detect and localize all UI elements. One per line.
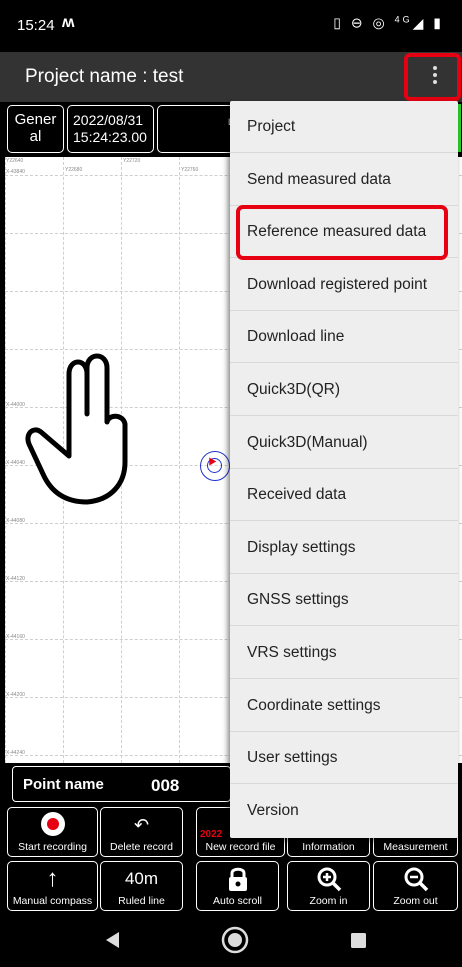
button-label: Auto scroll (212, 895, 263, 907)
button-label: Ruled line (118, 895, 165, 907)
menu-item-label: Quick3D(QR) (247, 381, 341, 398)
coord-label: X-44000 (6, 402, 25, 408)
button-label: Manual compass (12, 895, 93, 907)
zoom-in-button[interactable]: Zoom in (287, 861, 370, 911)
manual-compass-button[interactable]: ↑ Manual compass (7, 861, 98, 911)
zoom-out-icon (404, 867, 428, 892)
menu-item-quick3d-qr[interactable]: Quick3D(QR) (230, 364, 458, 416)
record-icon (40, 812, 65, 836)
coord-label: X-44240 (6, 750, 25, 756)
menu-item-quick3d-manual[interactable]: Quick3D(Manual) (230, 417, 458, 469)
coord-label: Y22760 (181, 167, 199, 173)
do-not-disturb-icon: ⊖ (350, 14, 366, 31)
menu-item-label: Display settings (247, 538, 356, 556)
menu-item-label: GNSS settings (247, 591, 349, 609)
lock-icon (228, 867, 247, 891)
menu-item-version[interactable]: Version (230, 785, 458, 837)
delete-record-button[interactable]: ↶ Delete record (100, 807, 183, 857)
vibrate-icon: ▯ (333, 14, 344, 31)
menu-item-label: VRS settings (247, 644, 337, 661)
position-label: L (158, 114, 233, 131)
system-nav-bar (0, 913, 462, 967)
hotspot-icon: ◎ (372, 14, 388, 31)
menu-item-label: Received data (247, 486, 347, 504)
coord-label: X-44040 (6, 460, 25, 466)
app-bar: Project name : test (0, 52, 462, 102)
coord-label: X-44080 (6, 518, 25, 524)
signal-4g-icon: 4G◢ (394, 14, 427, 31)
button-label: Start recording (18, 841, 87, 853)
coord-label: Y22640 (6, 158, 24, 164)
menu-item-received-data[interactable]: Received data (230, 469, 458, 522)
coord-label: Y22680 (65, 167, 83, 173)
datetime-box: 2022/08/31 15:24:23.00 (67, 105, 154, 153)
time-value: 15:24:23.00 (73, 129, 147, 145)
mode-label: Gener al (14, 111, 57, 145)
menu-item-label: Download line (247, 328, 345, 346)
status-time: 15:24 (17, 17, 55, 34)
zoom-out-button[interactable]: Zoom out (373, 861, 458, 911)
auto-scroll-button[interactable]: Auto scroll (196, 861, 279, 911)
back-icon[interactable] (106, 932, 120, 948)
recents-icon[interactable] (351, 933, 366, 948)
point-name-label: Point name (23, 776, 104, 793)
button-label: Information (302, 841, 355, 853)
page-title: Project name : test (25, 66, 184, 87)
home-icon[interactable] (221, 926, 249, 954)
position-box: L I (157, 105, 237, 153)
arrow-up-icon: ↑ (46, 865, 59, 892)
more-vert-icon (433, 66, 438, 87)
status-icons: ▯ ⊖ ◎ 4G◢ ▮ (333, 14, 444, 32)
zoom-in-icon (317, 867, 341, 892)
menu-item-label: Version (247, 801, 299, 819)
button-label: Delete record (109, 841, 174, 853)
status-bar: 15:24 ʍ ▯ ⊖ ◎ 4G◢ ▮ (0, 0, 462, 52)
current-position-marker (200, 451, 230, 481)
ruled-line-value: 40m (124, 869, 159, 888)
start-recording-button[interactable]: Start recording (7, 807, 98, 857)
menu-item-label: Project (247, 118, 296, 135)
menu-item-label: Send measured data (247, 170, 391, 188)
mode-box[interactable]: Gener al (7, 105, 64, 153)
menu-item-label: Download registered point (247, 275, 428, 293)
menu-item-label: Quick3D(Manual) (247, 433, 368, 451)
undo-icon: ↶ (133, 815, 150, 835)
menu-item-label: Coordinate settings (247, 696, 381, 714)
coord-label: X-44160 (6, 634, 25, 640)
menu-item-user-settings[interactable]: User settings (230, 732, 458, 785)
menu-item-gnss-settings[interactable]: GNSS settings (230, 574, 458, 627)
button-label: Measurement (383, 841, 448, 853)
menu-item-vrs-settings[interactable]: VRS settings (230, 627, 458, 679)
point-name-value: 008 (151, 776, 180, 795)
coord-label: X-44200 (6, 692, 25, 698)
position-label-2: I (158, 131, 233, 148)
notification-icon: ʍ (62, 14, 75, 31)
overflow-menu-button[interactable] (404, 53, 461, 101)
menu-item-coordinate-settings[interactable]: Coordinate settings (230, 680, 458, 732)
new-record-date: 2022 (200, 829, 223, 840)
menu-item-send-measured-data[interactable]: Send measured data (230, 154, 458, 206)
highlight-frame (236, 205, 448, 260)
coord-label: X-43840 (6, 169, 25, 175)
menu-item-download-line[interactable]: Download line (230, 311, 458, 364)
battery-icon: ▮ (433, 14, 444, 31)
toolbar-row-2: ↑ Manual compass 40m Ruled line Auto scr… (0, 859, 462, 913)
menu-item-display-settings[interactable]: Display settings (230, 522, 458, 574)
button-label: New record file (205, 841, 276, 853)
tap-hand-icon (25, 353, 128, 505)
button-label: Zoom in (309, 895, 348, 907)
coord-label: Y22720 (123, 158, 141, 164)
menu-item-label: User settings (247, 749, 338, 767)
menu-item-project[interactable]: Project (230, 101, 458, 153)
ruled-line-button[interactable]: 40m Ruled line (100, 861, 183, 911)
menu-item-download-registered-point[interactable]: Download registered point (230, 259, 458, 311)
point-name-field[interactable]: Point name 008 (12, 766, 231, 802)
date-value: 2022/08/31 (73, 112, 144, 128)
button-label: Zoom out (393, 895, 438, 907)
coord-label: X-44120 (6, 576, 25, 582)
